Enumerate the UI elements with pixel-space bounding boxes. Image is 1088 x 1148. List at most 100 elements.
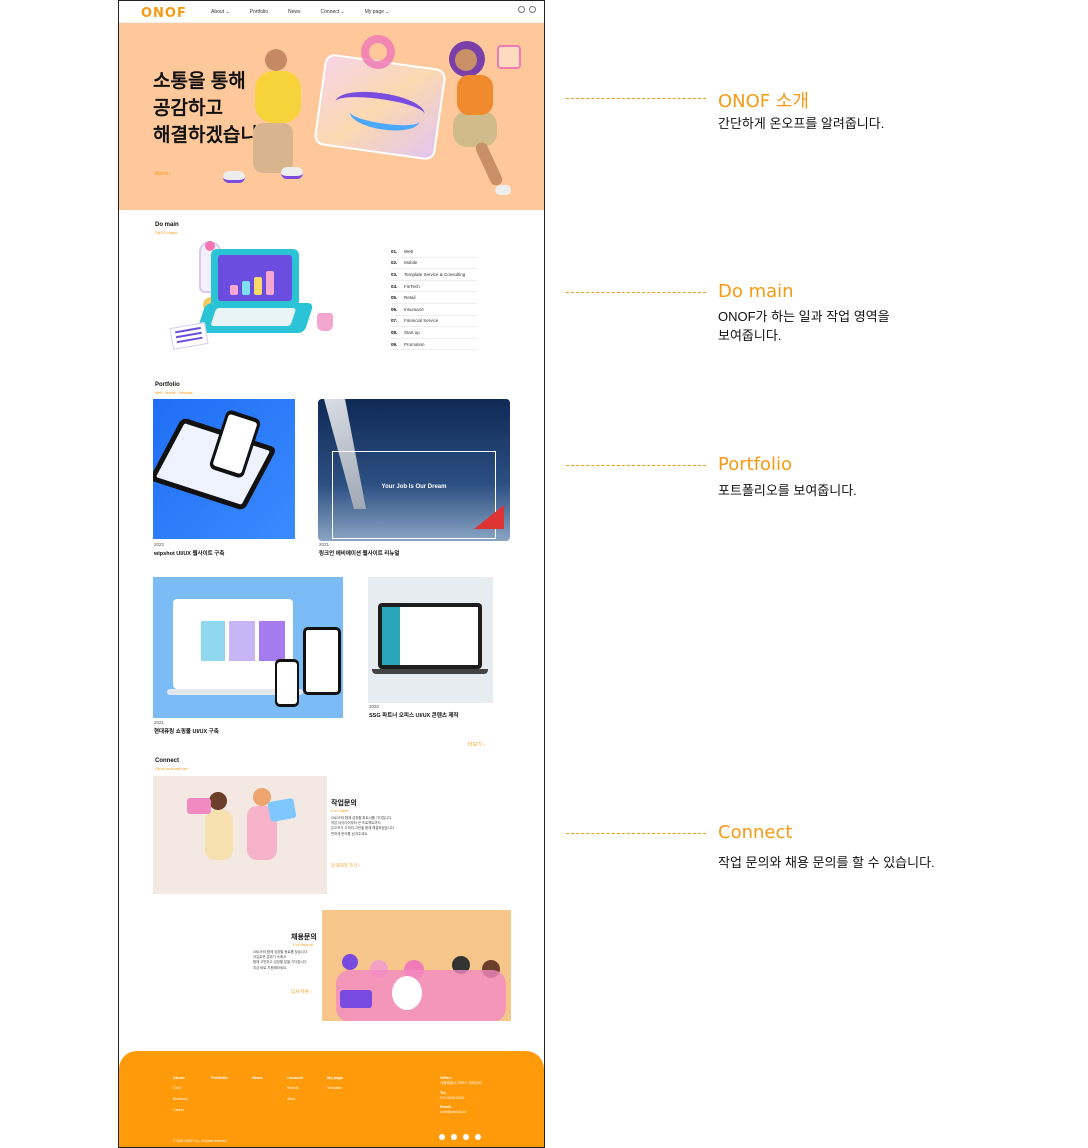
- globe-icon[interactable]: [518, 6, 525, 13]
- hero-section: 소통을 통해 공감하고 해결하겠습니다. About ›: [119, 23, 544, 210]
- about-link[interactable]: About ›: [155, 171, 171, 177]
- chevron-right-icon: ›: [169, 171, 172, 177]
- annotation-desc: 간단하게 온오프를 알려줍니다.: [718, 116, 885, 131]
- chevron-right-icon: ›: [358, 863, 360, 868]
- portfolio-name[interactable]: 링크언 에비에이션 웹사이트 리뉴얼: [319, 549, 400, 557]
- portfolio-year: 2021: [154, 720, 165, 725]
- chevron-right-icon: ›: [483, 742, 485, 748]
- footer-link[interactable]: Career: [173, 1108, 188, 1112]
- footer-heading[interactable]: News: [252, 1075, 262, 1080]
- portfolio-image-ssg[interactable]: [368, 577, 493, 703]
- facebook-icon[interactable]: [463, 1134, 469, 1140]
- copyright: © 2022 ONOF Co., All rights reserved: [173, 1139, 227, 1143]
- list-item: 08. Start up: [391, 327, 477, 339]
- footer-col-portfolio: Portfolio: [211, 1075, 227, 1086]
- annotation-line: [566, 833, 706, 834]
- site-header: ONOF About ⌄ Portfolio News Connect ⌄ My…: [119, 1, 544, 23]
- footer-heading[interactable]: My page: [327, 1075, 343, 1080]
- social-links: [439, 1134, 481, 1140]
- portfolio-image-text: Your Job Is Our Dream: [381, 484, 447, 490]
- user-icon[interactable]: [529, 6, 536, 13]
- domain-subtitle: ONOF's major: [155, 231, 178, 235]
- recruit-text: ONOF와 함께 성장할 동료를 찾습니다. 자유로운 분위기 속에서 함께 고…: [253, 950, 309, 970]
- list-item: 04. FinTech: [391, 281, 477, 293]
- portfolio-image-wipshot[interactable]: [153, 399, 295, 539]
- footer-col-connect: Connect Recruit Work: [287, 1075, 303, 1108]
- portfolio-subtitle: Web · Mobile · Template: [155, 391, 193, 395]
- work-inquiry-button[interactable]: 문의하러 가기 ›: [331, 863, 360, 869]
- youtube-icon[interactable]: [475, 1134, 481, 1140]
- domain-title: Do main: [155, 222, 179, 228]
- header-icons: [518, 6, 536, 13]
- footer-link[interactable]: Template: [327, 1086, 343, 1090]
- list-item: 06. Insurance: [391, 304, 477, 316]
- list-item: 09. Promotion: [391, 339, 477, 351]
- annotation-desc: 작업 문의와 채용 문의를 할 수 있습니다.: [718, 855, 935, 870]
- recruit-en: For Recruit: [293, 942, 313, 947]
- recruit-illustration: [322, 910, 511, 1021]
- footer-col-my-page: My page Template: [327, 1075, 343, 1097]
- email-heading: Email.: [440, 1104, 452, 1109]
- portfolio-year: 2022: [154, 542, 165, 547]
- nav-my-page[interactable]: My page ⌄: [365, 9, 390, 15]
- more-button[interactable]: 더보기 ›: [468, 741, 485, 748]
- portfolio-name[interactable]: SSG 파트너 오피스 UI/UX 콘텐츠 제작: [369, 711, 459, 719]
- connect-subtitle: Get in touch with me!: [155, 767, 188, 771]
- recruit-button[interactable]: 입사 지원 ›: [291, 989, 312, 995]
- nav-portfolio[interactable]: Portfolio: [250, 9, 268, 15]
- office-heading: Office.: [440, 1075, 453, 1080]
- work-inquiry-text: ONOF와 함께 성장할 파트너를 기다립니다. 작은 아이디어부터 큰 프로젝…: [331, 816, 395, 836]
- domain-illustration: [169, 239, 351, 359]
- annotation-title: Portfolio: [718, 454, 793, 475]
- footer-heading[interactable]: Connect: [287, 1075, 303, 1080]
- annotation-line: [566, 98, 706, 99]
- site-footer: About Onof Business Career Portfolio New…: [119, 1051, 544, 1147]
- portfolio-year: 2020: [369, 704, 380, 709]
- work-inquiry-en: For Client: [331, 808, 349, 813]
- portfolio-year: 2021: [319, 542, 330, 547]
- page-frame: ONOF About ⌄ Portfolio News Connect ⌄ My…: [118, 0, 545, 1148]
- logo[interactable]: ONOF: [141, 6, 187, 21]
- annotation-desc: 포트폴리오를 보여줍니다.: [718, 483, 857, 498]
- main-nav: About ⌄ Portfolio News Connect ⌄ My page…: [211, 9, 409, 15]
- tel-value: 070-0000-0000: [440, 1096, 465, 1100]
- annotation-title: Do main: [718, 281, 794, 302]
- annotation-title: ONOF 소개: [718, 91, 809, 112]
- footer-col-news: News: [252, 1075, 262, 1086]
- recruit-button-label: 입사 지원: [291, 989, 309, 994]
- footer-link[interactable]: Onof: [173, 1086, 188, 1090]
- work-inquiry-illustration: [153, 776, 327, 894]
- office-address: 서울특별시 마포구 성미산로: [440, 1081, 482, 1085]
- domain-list: 01. Web 02. Mobile 03. Template Service & C…: [391, 246, 477, 351]
- footer-heading[interactable]: Portfolio: [211, 1075, 227, 1080]
- hero-character-boy: [223, 49, 313, 199]
- annotation-title: Connect: [718, 822, 793, 843]
- nav-about[interactable]: About ⌄: [211, 9, 230, 15]
- portfolio-image-aviation[interactable]: Your Job Is Our Dream: [318, 399, 510, 541]
- instagram-icon[interactable]: [451, 1134, 457, 1140]
- footer-heading[interactable]: About: [173, 1075, 188, 1080]
- email-value[interactable]: onof@onof.co.kr: [440, 1110, 482, 1114]
- recruit-title: 채용문의: [291, 934, 317, 941]
- chevron-right-icon: ›: [310, 989, 312, 994]
- nav-news[interactable]: News: [288, 9, 301, 15]
- annotation-line: [566, 465, 706, 466]
- footer-link[interactable]: Work: [287, 1097, 303, 1101]
- tel-heading: Tel.: [440, 1090, 447, 1095]
- footer-link[interactable]: Recruit: [287, 1086, 303, 1090]
- footer-link[interactable]: Business: [173, 1097, 188, 1101]
- twitter-icon[interactable]: [439, 1134, 445, 1140]
- list-item: 01. Web: [391, 246, 477, 258]
- more-label: 더보기: [468, 742, 482, 748]
- list-item: 02. Mobile: [391, 258, 477, 270]
- footer-col-about: About Onof Business Career: [173, 1075, 188, 1119]
- annotation-line: [566, 292, 706, 293]
- list-item: 03. Template Service & Consulting: [391, 269, 477, 281]
- list-item: 07. Financial Service: [391, 316, 477, 328]
- portfolio-name[interactable]: 현대퓨링 쇼핑몰 UI/UX 구축: [154, 727, 219, 735]
- nav-connect[interactable]: Connect ⌄: [321, 9, 345, 15]
- portfolio-image-shopping[interactable]: [153, 577, 343, 718]
- work-inquiry-button-label: 문의하러 가기: [331, 863, 358, 868]
- connect-title: Connect: [155, 758, 179, 764]
- portfolio-name[interactable]: wipshot UI/UX 웹사이트 구축: [154, 549, 224, 557]
